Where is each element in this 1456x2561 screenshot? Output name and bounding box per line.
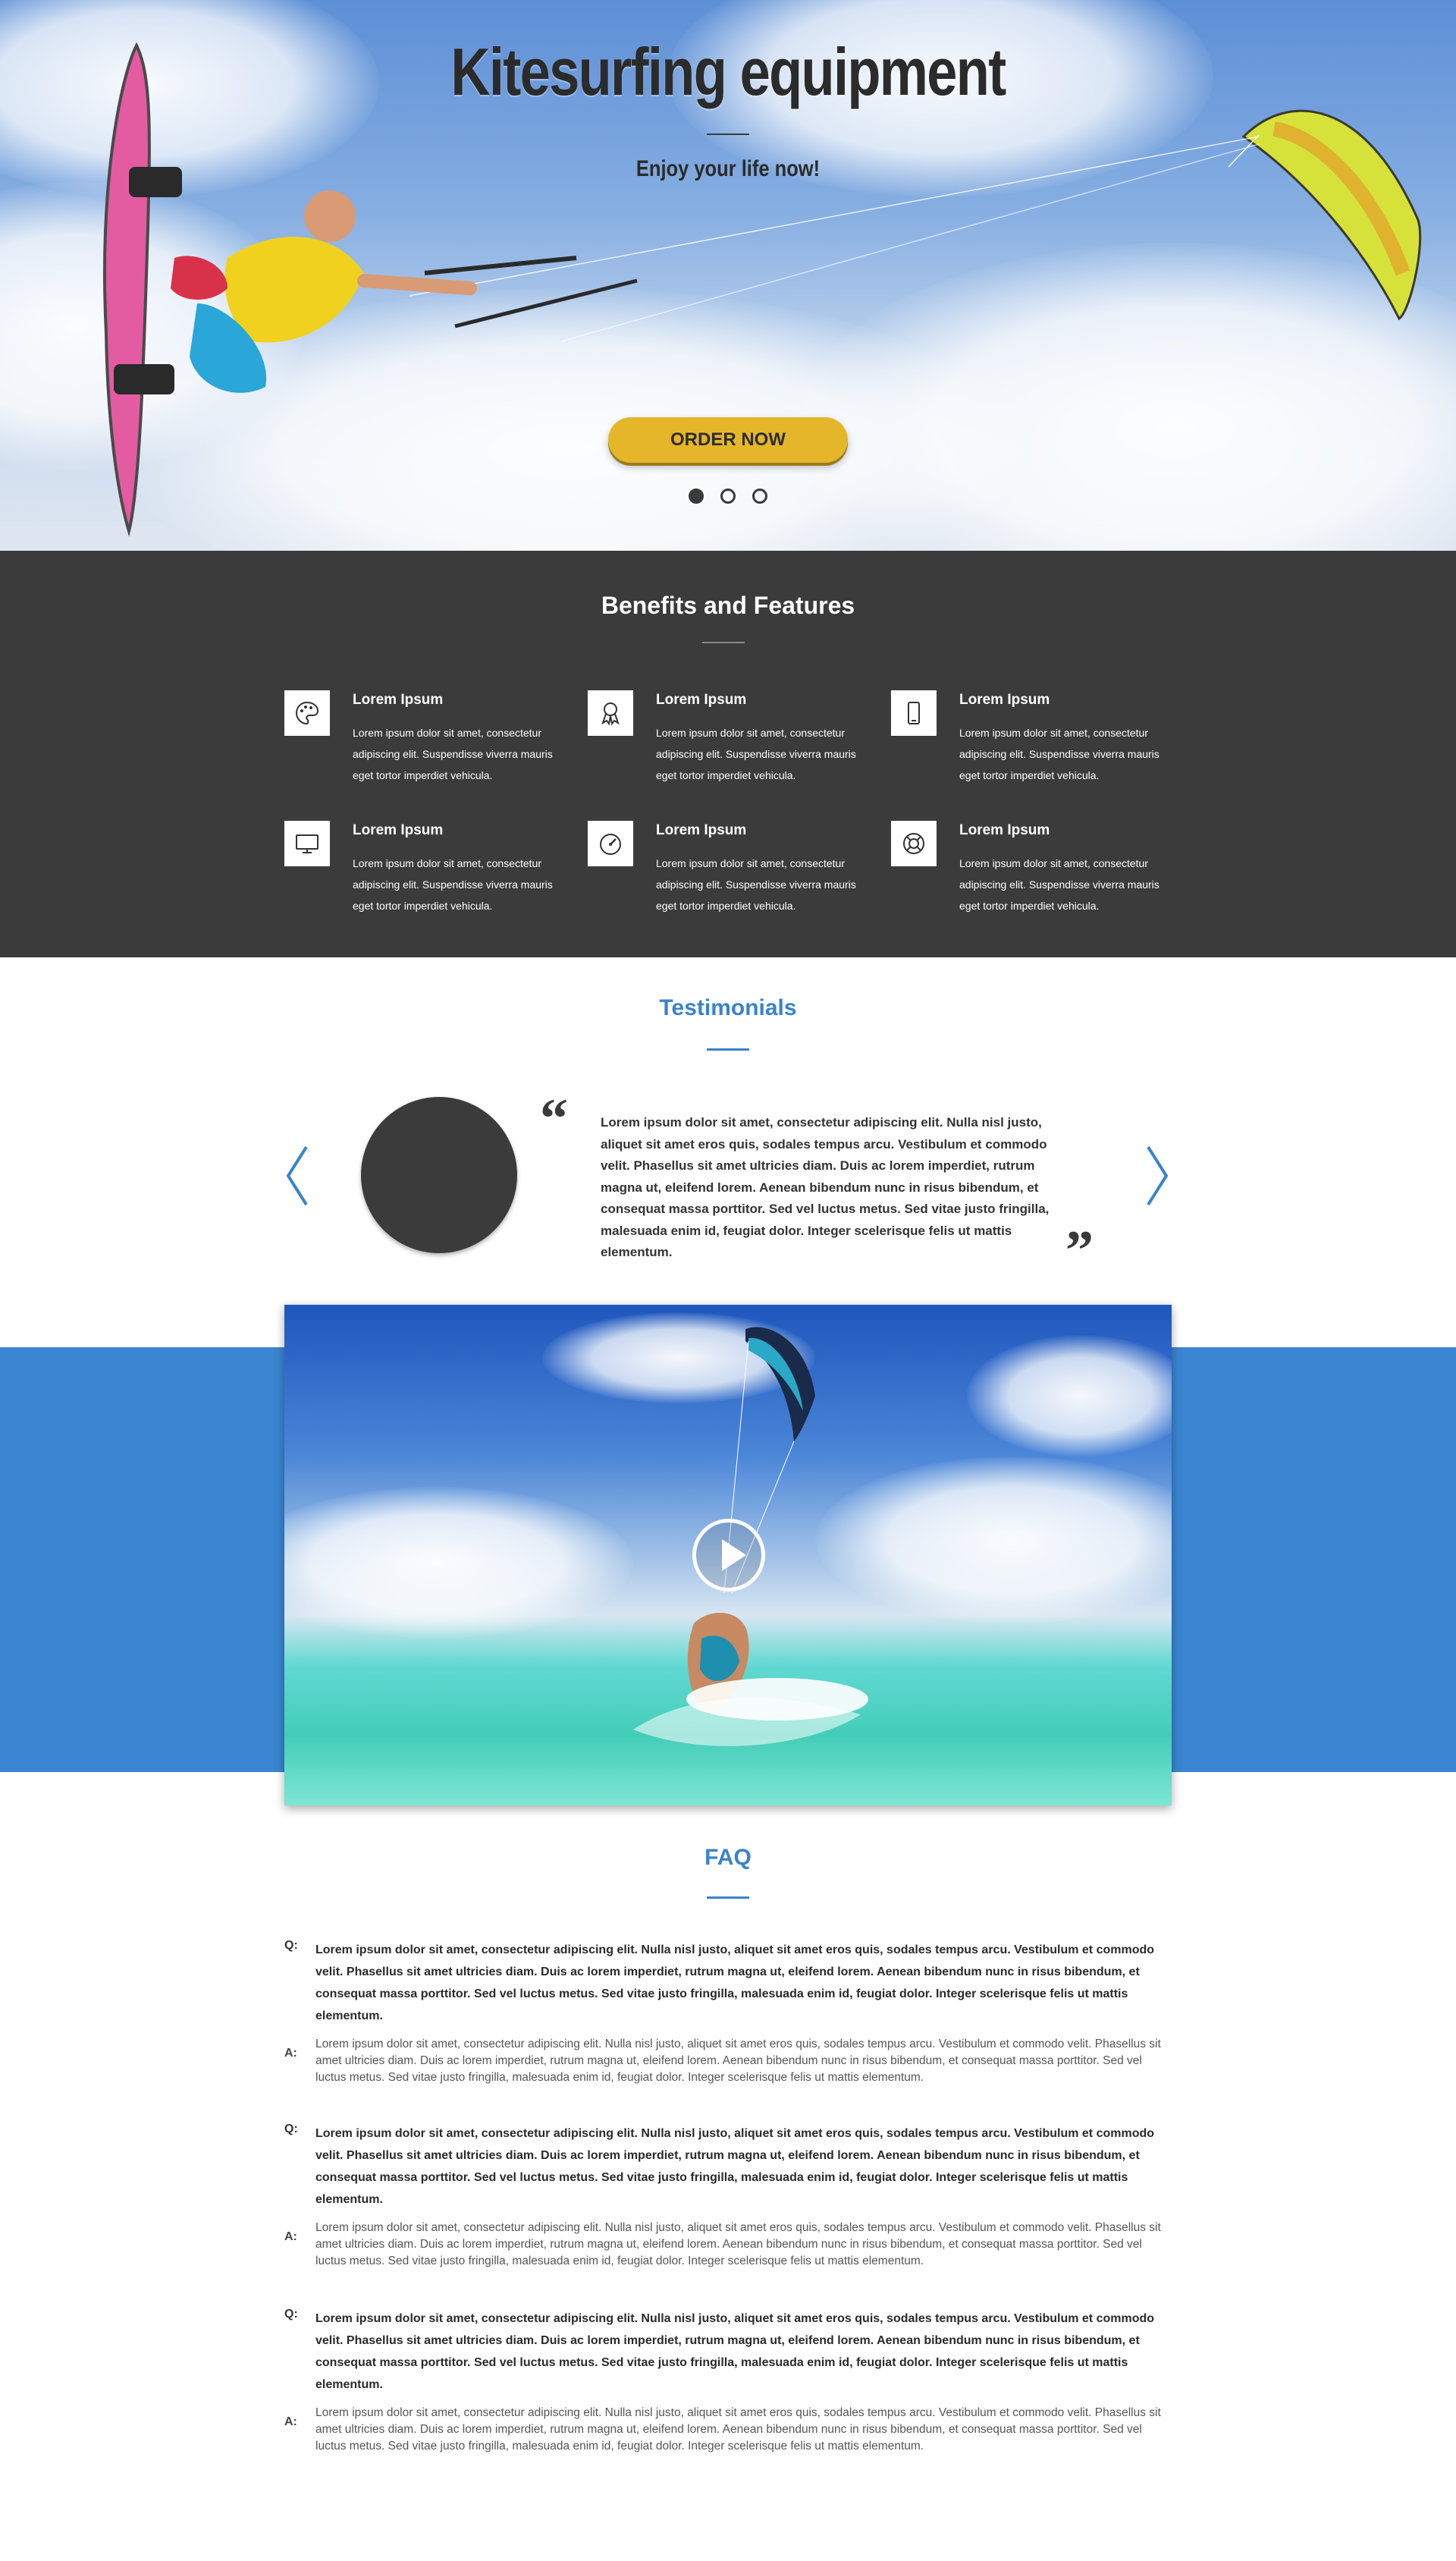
faq-item: Q: Lorem ipsum dolor sit amet, consectet… xyxy=(284,2123,1172,2270)
palette-icon xyxy=(284,690,330,736)
question-text: Lorem ipsum dolor sit amet, consectetur … xyxy=(315,2312,1155,2391)
feature-title: Lorem Ipsum xyxy=(656,822,747,838)
award-icon xyxy=(588,690,633,736)
hero-banner: Kitesurfing equipment Enjoy your life no… xyxy=(0,0,1456,551)
question-label: Q: xyxy=(284,2308,298,2321)
carousel-dots xyxy=(0,489,1456,504)
feature-title: Lorem Ipsum xyxy=(959,692,1050,708)
feature-text: Lorem ipsum dolor sit amet, consectetur … xyxy=(656,727,856,781)
answer-text: Lorem ipsum dolor sit amet, consectetur … xyxy=(315,2038,1161,2084)
answer-label: A: xyxy=(284,2047,297,2060)
next-arrow-icon[interactable] xyxy=(1142,1144,1172,1208)
faq-title: FAQ xyxy=(704,1845,752,1870)
question-text: Lorem ipsum dolor sit amet, consectetur … xyxy=(315,1944,1155,2022)
answer-text: Lorem ipsum dolor sit amet, consectetur … xyxy=(315,2406,1161,2453)
answer-text: Lorem ipsum dolor sit amet, consectetur … xyxy=(315,2221,1161,2267)
feature-item: Lorem Ipsum Lorem ipsum dolor sit amet, … xyxy=(891,690,1179,789)
hero-divider xyxy=(707,134,749,135)
video-player[interactable] xyxy=(284,1305,1172,1805)
question-text: Lorem ipsum dolor sit amet, consectetur … xyxy=(315,2127,1155,2206)
question-label: Q: xyxy=(284,2123,298,2135)
carousel-dot-2[interactable] xyxy=(720,489,736,504)
faq-question: Q: Lorem ipsum dolor sit amet, consectet… xyxy=(284,1939,1172,2027)
benefits-section: Benefits and Features Lorem Ipsum Lorem … xyxy=(0,551,1456,957)
play-button[interactable] xyxy=(692,1519,765,1592)
benefits-divider xyxy=(702,642,745,643)
testimonial-quote: Lorem ipsum dolor sit amet, consectetur … xyxy=(601,1115,1050,1259)
faq-item: Q: Lorem ipsum dolor sit amet, consectet… xyxy=(284,2308,1172,2455)
feature-title: Lorem Ipsum xyxy=(353,822,444,838)
carousel-dot-3[interactable] xyxy=(752,489,767,504)
feature-text: Lorem ipsum dolor sit amet, consectetur … xyxy=(959,857,1159,912)
hero-subtitle: Enjoy your life now! xyxy=(635,156,821,181)
lifebuoy-icon xyxy=(891,821,937,866)
feature-item: Lorem Ipsum Lorem ipsum dolor sit amet, … xyxy=(588,690,876,789)
answer-label: A: xyxy=(284,2230,297,2243)
testimonials-title: Testimonials xyxy=(659,995,797,1020)
faq-divider xyxy=(707,1896,749,1899)
speedometer-icon xyxy=(588,821,633,866)
avatar xyxy=(361,1097,517,1253)
feature-title: Lorem Ipsum xyxy=(353,692,444,708)
question-label: Q: xyxy=(284,1939,298,1952)
feature-item: Lorem Ipsum Lorem ipsum dolor sit amet, … xyxy=(284,821,573,919)
feature-text: Lorem ipsum dolor sit amet, consectetur … xyxy=(353,727,553,781)
faq-question: Q: Lorem ipsum dolor sit amet, consectet… xyxy=(284,2123,1172,2211)
feature-title: Lorem Ipsum xyxy=(656,692,747,708)
close-quote-icon: ” xyxy=(1065,1220,1094,1282)
monitor-icon xyxy=(284,821,330,866)
mobile-icon xyxy=(891,690,937,736)
benefits-title: Benefits and Features xyxy=(601,592,855,619)
feature-title: Lorem Ipsum xyxy=(959,822,1050,838)
faq-answer: A: Lorem ipsum dolor sit amet, consectet… xyxy=(284,2405,1172,2455)
hero-title: Kitesurfing equipment xyxy=(450,34,1006,109)
feature-text: Lorem ipsum dolor sit amet, consectetur … xyxy=(353,857,553,912)
open-quote-icon: “ xyxy=(540,1088,568,1150)
order-now-button[interactable]: ORDER NOW xyxy=(608,417,848,463)
feature-text: Lorem ipsum dolor sit amet, consectetur … xyxy=(959,727,1159,781)
faq-answer: A: Lorem ipsum dolor sit amet, consectet… xyxy=(284,2036,1172,2086)
feature-item: Lorem Ipsum Lorem ipsum dolor sit amet, … xyxy=(284,690,573,789)
faq-answer: A: Lorem ipsum dolor sit amet, consectet… xyxy=(284,2220,1172,2270)
testimonials-divider xyxy=(707,1048,749,1051)
answer-label: A: xyxy=(284,2415,297,2428)
faq-item: Q: Lorem ipsum dolor sit amet, consectet… xyxy=(284,1939,1172,2086)
prev-arrow-icon[interactable] xyxy=(282,1144,312,1208)
feature-text: Lorem ipsum dolor sit amet, consectetur … xyxy=(656,857,856,912)
faq-question: Q: Lorem ipsum dolor sit amet, consectet… xyxy=(284,2308,1172,2396)
carousel-dot-1[interactable] xyxy=(689,489,704,504)
feature-item: Lorem Ipsum Lorem ipsum dolor sit amet, … xyxy=(588,821,876,919)
feature-item: Lorem Ipsum Lorem ipsum dolor sit amet, … xyxy=(891,821,1179,919)
